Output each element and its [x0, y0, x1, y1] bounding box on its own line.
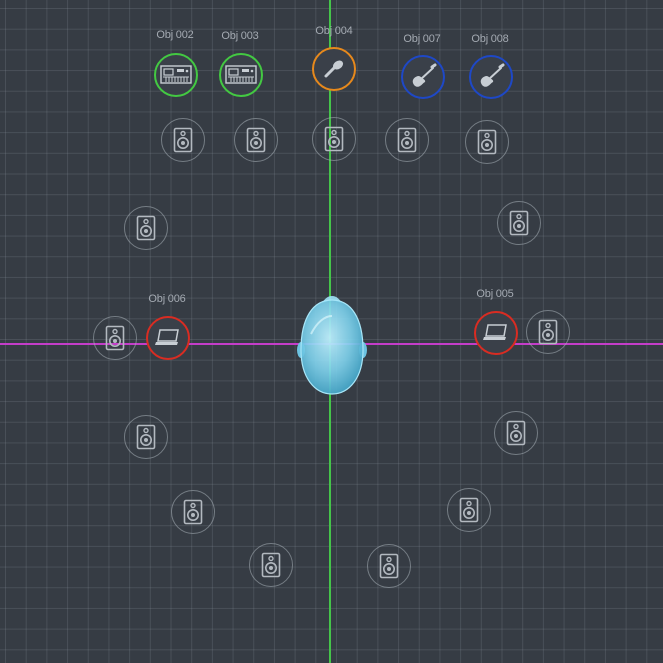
speaker-icon[interactable] — [447, 488, 491, 532]
listener-head-icon[interactable] — [297, 294, 367, 396]
object-label: Obj 006 — [148, 293, 186, 305]
keyboard-icon — [160, 65, 192, 84]
object-obj-002[interactable] — [154, 53, 198, 97]
speaker-icon — [506, 420, 526, 446]
microphone-icon — [324, 60, 344, 78]
speaker-icon — [136, 424, 156, 450]
object-label: Obj 008 — [471, 33, 509, 45]
object-label: Obj 002 — [156, 29, 194, 41]
object-obj-007[interactable] — [401, 55, 445, 99]
speaker-icon — [246, 127, 266, 153]
object-label: Obj 007 — [403, 33, 441, 45]
object-obj-003[interactable] — [219, 53, 263, 97]
speaker-icon[interactable] — [234, 118, 278, 162]
object-label: Obj 003 — [221, 30, 259, 42]
speaker-icon[interactable] — [465, 120, 509, 164]
object-obj-005[interactable] — [474, 311, 518, 355]
speaker-icon — [173, 127, 193, 153]
object-label: Obj 005 — [476, 288, 514, 300]
panner-canvas[interactable]: Obj 002 Obj 003 Obj 004 Obj 007 Obj 008 … — [0, 0, 663, 663]
speaker-icon — [459, 497, 479, 523]
speaker-icon[interactable] — [124, 415, 168, 459]
speaker-icon[interactable] — [312, 117, 356, 161]
speaker-icon — [261, 552, 281, 578]
speaker-icon — [538, 319, 558, 345]
speaker-icon — [509, 210, 529, 236]
speaker-icon — [379, 553, 399, 579]
speaker-icon — [324, 126, 344, 152]
speaker-icon[interactable] — [385, 118, 429, 162]
speaker-icon — [183, 499, 203, 525]
guitar-icon — [412, 63, 437, 87]
speaker-icon[interactable] — [494, 411, 538, 455]
speaker-icon — [105, 325, 125, 351]
speaker-icon[interactable] — [93, 316, 137, 360]
laptop-icon — [483, 324, 507, 340]
object-label: Obj 004 — [315, 25, 353, 37]
speaker-icon[interactable] — [124, 206, 168, 250]
speaker-icon[interactable] — [249, 543, 293, 587]
speaker-icon — [397, 127, 417, 153]
speaker-icon[interactable] — [497, 201, 541, 245]
object-obj-004[interactable] — [312, 47, 356, 91]
object-obj-006[interactable] — [146, 316, 190, 360]
speaker-icon[interactable] — [526, 310, 570, 354]
object-obj-008[interactable] — [469, 55, 513, 99]
guitar-icon — [480, 63, 505, 87]
keyboard-icon — [225, 65, 257, 84]
speaker-icon — [477, 129, 497, 155]
speaker-icon[interactable] — [367, 544, 411, 588]
speaker-icon[interactable] — [171, 490, 215, 534]
speaker-icon[interactable] — [161, 118, 205, 162]
speaker-icon — [136, 215, 156, 241]
laptop-icon — [155, 329, 179, 345]
